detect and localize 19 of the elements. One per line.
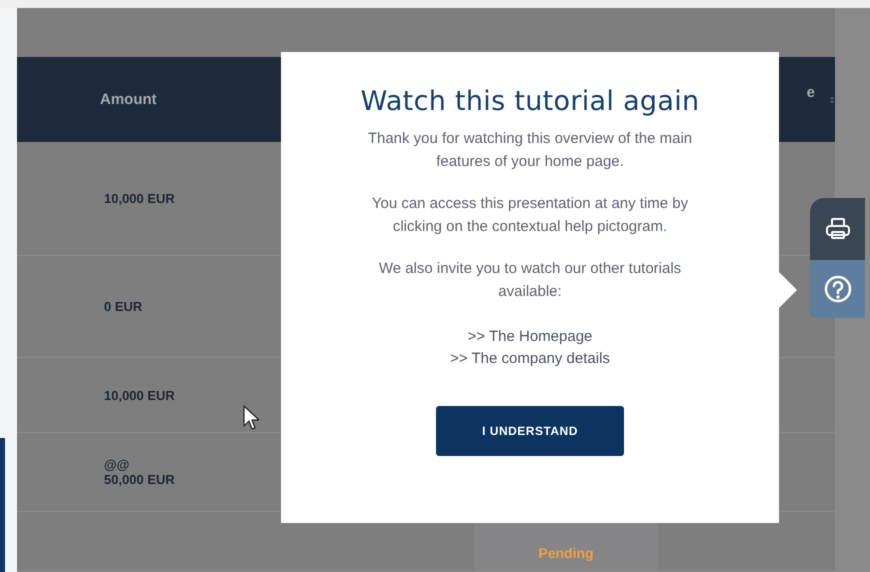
table-cell: 50,000 EUR xyxy=(104,472,175,487)
print-button[interactable] xyxy=(810,198,865,260)
column-header[interactable]: e xyxy=(806,84,815,101)
help-button[interactable] xyxy=(810,260,865,318)
understand-button[interactable]: I UNDERSTAND xyxy=(436,406,624,456)
dialog-text: Thank you for watching this overview of the main features of your home page. xyxy=(366,129,694,172)
table-cell: 0 EUR xyxy=(104,299,142,314)
dialog-text: You can access this presentation at any time by clicking on the contextual help pictogram. xyxy=(370,194,690,237)
tutorial-link[interactable]: >> The Homepage xyxy=(468,326,592,348)
print-icon xyxy=(824,217,850,241)
table-cell: 10,000 EUR xyxy=(104,388,175,402)
table-cell-text: @@ xyxy=(104,457,130,472)
dialog-title: Watch this tutorial again xyxy=(360,86,700,117)
column-header[interactable]: Amount xyxy=(100,91,157,108)
dialog-text: We also invite you to watch our other tutorials available: xyxy=(378,259,682,302)
help-icon xyxy=(824,275,852,303)
tutorial-link[interactable]: >> The company details xyxy=(450,348,610,370)
table-cell: 10,000 EUR xyxy=(104,191,175,206)
cursor-icon xyxy=(243,405,259,431)
